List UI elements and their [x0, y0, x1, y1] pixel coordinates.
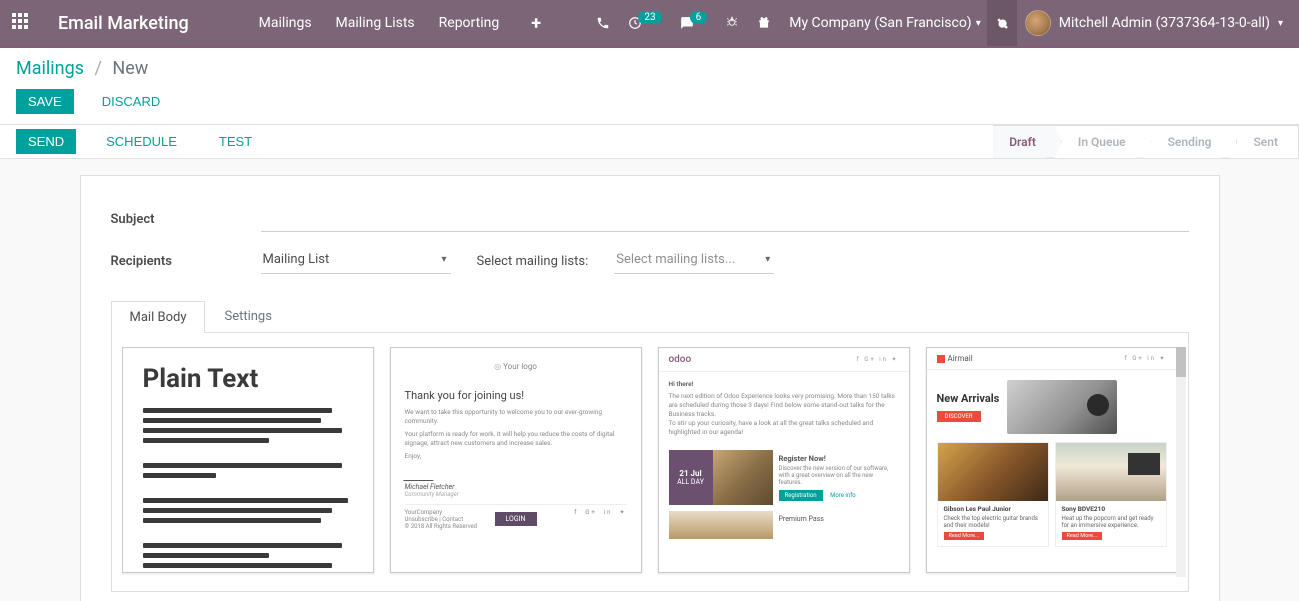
test-button[interactable]: Test: [207, 129, 264, 154]
template-text: Your platform is ready for work. It will…: [405, 430, 627, 448]
social-icons: f G+ in ✦: [857, 356, 899, 363]
tab-settings[interactable]: Settings: [205, 300, 290, 332]
user-menu[interactable]: Mitchell Admin (3737364-13-0-all) ▾: [1017, 10, 1291, 36]
template-image: [713, 450, 773, 505]
user-name: Mitchell Admin (3737364-13-0-all): [1059, 15, 1270, 31]
discard-button[interactable]: Discard: [90, 89, 173, 114]
systray: 23 6 My Company (San Francisco) ▾: [596, 15, 980, 31]
recipients-label: Recipients: [111, 254, 261, 269]
breadcrumb-root[interactable]: Mailings: [16, 58, 84, 79]
recipients-select[interactable]: Mailing List: [261, 248, 451, 274]
breadcrumb-current: New: [112, 58, 148, 79]
mailing-lists-select[interactable]: Select mailing lists...: [614, 248, 774, 274]
nav-menu: Mailings Mailing Lists Reporting +: [259, 13, 541, 34]
apps-icon[interactable]: [12, 13, 32, 33]
gift-icon[interactable]: [757, 16, 771, 30]
placeholder-lines: [143, 408, 353, 573]
template-plain-text[interactable]: Plain Text: [122, 347, 374, 573]
stage-in-queue[interactable]: In Queue: [1054, 125, 1144, 159]
debug-icon[interactable]: [725, 16, 739, 30]
template-gallery: Plain Text: [122, 347, 1178, 577]
template-welcome[interactable]: Your logo Thank you for joining us! We w…: [390, 347, 642, 573]
template-image: [938, 443, 1048, 501]
template-logo: Airmail: [937, 354, 973, 363]
template-gallery-wrap: Plain Text: [111, 333, 1189, 592]
template-logo: odoo: [669, 354, 692, 365]
company-switcher[interactable]: My Company (San Francisco) ▾: [789, 15, 980, 31]
template-image: [1007, 380, 1117, 434]
top-navbar: Email Marketing Mailings Mailing Lists R…: [0, 0, 1299, 46]
template-odoo-event[interactable]: odoo f G+ in ✦ Hi there! The next editio…: [658, 347, 910, 573]
template-image: [669, 511, 773, 539]
company-name: My Company (San Francisco): [789, 15, 971, 31]
template-heading: Thank you for joining us!: [405, 389, 627, 402]
stage-draft[interactable]: Draft: [993, 125, 1054, 159]
template-signature: Michael Fletcher Community Manager: [405, 471, 627, 498]
statusbar: Draft In Queue Sending Sent: [993, 125, 1299, 159]
form-sheet-wrap: Subject Recipients Mailing List ▾ Select…: [0, 159, 1299, 601]
template-logo: Your logo: [405, 362, 627, 371]
messages-icon[interactable]: 6: [680, 16, 708, 30]
caret-down-icon: ▾: [1278, 18, 1283, 29]
template-airmail[interactable]: Airmail f G+ in ✦ New Arrivals DISCOVER: [926, 347, 1178, 573]
nav-mailings[interactable]: Mailings: [259, 15, 312, 31]
subject-label: Subject: [111, 212, 261, 227]
phone-icon[interactable]: [596, 16, 610, 30]
tabs: Mail Body Settings: [111, 300, 1189, 333]
status-row: Send Schedule Test Draft In Queue Sendin…: [0, 125, 1299, 159]
save-button[interactable]: Save: [16, 89, 74, 114]
tab-mail-body[interactable]: Mail Body: [111, 301, 206, 333]
social-icons: f G+ in ✦: [1125, 355, 1167, 362]
schedule-button[interactable]: Schedule: [94, 129, 189, 154]
stage-sent[interactable]: Sent: [1229, 125, 1299, 159]
breadcrumb: Mailings / New: [16, 58, 1283, 79]
avatar: [1025, 10, 1051, 36]
gallery-scrollbar[interactable]: [1176, 347, 1186, 577]
activities-icon[interactable]: 23: [628, 16, 661, 30]
messages-badge: 6: [690, 11, 708, 24]
developer-tools-icon[interactable]: [987, 0, 1017, 46]
app-brand[interactable]: Email Marketing: [58, 13, 189, 34]
control-panel: Mailings / New Save Discard: [0, 48, 1299, 125]
activities-badge: 23: [638, 11, 661, 24]
breadcrumb-separator: /: [94, 58, 101, 79]
form-sheet: Subject Recipients Mailing List ▾ Select…: [80, 175, 1220, 601]
template-title: Plain Text: [143, 364, 353, 394]
select-lists-label: Select mailing lists:: [477, 254, 589, 269]
social-icons: f G+ in ✦: [574, 509, 626, 530]
nav-new-icon[interactable]: +: [531, 13, 541, 34]
stage-sending[interactable]: Sending: [1144, 125, 1230, 159]
nav-mailing-lists[interactable]: Mailing Lists: [336, 15, 415, 31]
nav-reporting[interactable]: Reporting: [439, 15, 500, 31]
template-text: We want to take this opportunity to welc…: [405, 408, 627, 426]
subject-input[interactable]: [261, 206, 1189, 232]
caret-down-icon: ▾: [976, 18, 981, 29]
template-image: [1056, 443, 1166, 501]
template-text: Enjoy,: [405, 452, 627, 461]
send-button[interactable]: Send: [16, 129, 76, 154]
